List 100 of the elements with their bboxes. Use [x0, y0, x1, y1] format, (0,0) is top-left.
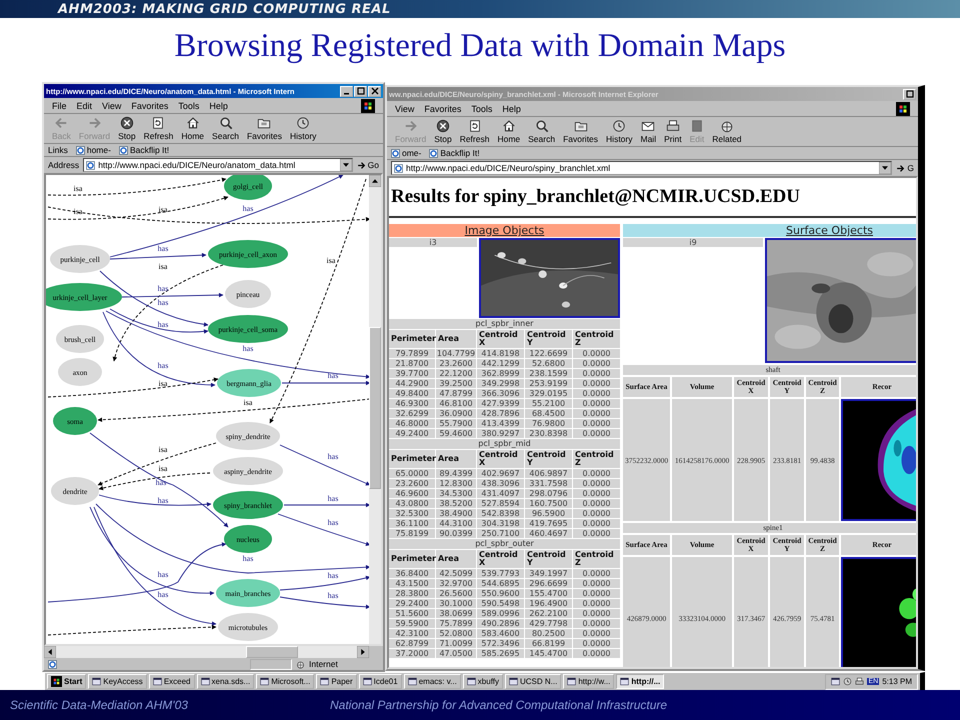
link[interactable]: ome- [402, 148, 422, 158]
taskbar-button[interactable]: Microsoft... [256, 674, 314, 689]
table-cell: 42.5099 [436, 569, 476, 578]
graph-node[interactable] [224, 525, 272, 553]
menu-item[interactable]: Tools [178, 100, 200, 110]
table-cell: i9 [623, 238, 763, 247]
column-header: Perimeter [389, 450, 435, 468]
link[interactable]: Backflip It! [440, 148, 480, 158]
taskbar-button[interactable]: UCSD N... [505, 674, 562, 689]
toolbar-button[interactable]: Refresh [456, 119, 494, 144]
menu-item[interactable]: File [52, 100, 67, 110]
table-cell: 0.0000 [573, 509, 620, 518]
graph-node[interactable] [213, 491, 283, 519]
table-cell: 304.3198 [477, 519, 524, 528]
menu-item[interactable]: Favorites [424, 104, 462, 114]
graph-node[interactable] [216, 579, 280, 607]
footer-text: Scientific Data-Mediation AHM'03 [10, 698, 189, 712]
clock: 5:13 PM [882, 677, 912, 686]
toolbar-button[interactable]: Refresh [140, 116, 178, 141]
toolbar-button[interactable]: Search [208, 116, 243, 141]
table-cell: 238.1599 [525, 369, 572, 378]
table-cell: 527.8594 [477, 499, 524, 508]
taskbar-button[interactable]: xbuffy [462, 674, 503, 689]
table-cell: 38.0699 [436, 609, 476, 618]
start-button[interactable]: Start [47, 674, 86, 689]
edge-label: has [158, 298, 168, 307]
table-cell: 0.0000 [573, 629, 620, 638]
vertical-scrollbar[interactable] [369, 175, 381, 644]
table-cell: 0.0000 [573, 639, 620, 648]
graph-node[interactable] [213, 457, 283, 485]
table-cell: 0.0000 [573, 369, 620, 378]
clock-icon [296, 116, 310, 130]
table-cell: 542.8398 [477, 509, 524, 518]
link[interactable]: home- [86, 145, 111, 155]
graph-node[interactable] [51, 477, 99, 505]
scroll-thumb[interactable] [246, 646, 298, 658]
maximize-button[interactable] [354, 86, 367, 96]
toolbar-button[interactable]: Print [660, 119, 686, 144]
arrow-up-icon [369, 175, 381, 187]
menu-item[interactable]: Tools [471, 104, 492, 114]
folder-icon [574, 119, 588, 133]
toolbar-button[interactable]: Stop [114, 116, 140, 141]
column-header: Centroid Z [573, 550, 620, 568]
column-header: Area [436, 330, 476, 348]
toolbar-button[interactable]: Related [708, 119, 746, 144]
toolbar-button[interactable]: History [602, 119, 636, 144]
link[interactable]: Backflip It! [130, 145, 170, 155]
menu-item[interactable]: View [395, 104, 414, 114]
toolbar-button[interactable]: Mail [636, 119, 660, 144]
taskbar-button[interactable]: Exceed [148, 674, 194, 689]
section-title[interactable]: Surface Objects [786, 224, 873, 237]
menu-item[interactable]: Edit [76, 100, 92, 110]
table-cell: 36.0900 [436, 409, 476, 418]
table-cell: 145.4700 [525, 649, 572, 658]
table-cell: 51.5600 [389, 609, 435, 618]
globe-icon [296, 660, 305, 668]
graph-node[interactable] [56, 325, 104, 353]
toolbar-button[interactable]: Home [177, 116, 208, 141]
graph-node[interactable] [46, 283, 122, 311]
toolbar-button[interactable]: Favorites [559, 119, 602, 144]
graph-node[interactable] [225, 280, 271, 308]
graph-node[interactable] [53, 407, 97, 435]
app-icon [152, 677, 162, 686]
table-cell: 75.8199 [389, 529, 435, 538]
graph-node[interactable] [217, 369, 281, 397]
graph-node[interactable] [218, 613, 278, 641]
taskbar-button[interactable]: KeyAccess [88, 674, 147, 689]
minimize-button[interactable] [340, 86, 353, 96]
graph-node[interactable] [216, 422, 280, 450]
table-cell: 62.8799 [389, 639, 435, 648]
taskbar-button[interactable]: http://... [616, 674, 664, 689]
graph-node[interactable] [58, 358, 102, 386]
taskbar-button[interactable]: xena.sds... [196, 674, 254, 689]
go-button[interactable]: Go [356, 160, 379, 170]
table-cell: 428.7896 [477, 409, 524, 418]
menu-item[interactable]: Help [502, 104, 521, 114]
toolbar-button[interactable]: Favorites [242, 116, 286, 141]
go-button[interactable]: G [896, 163, 914, 173]
scroll-thumb[interactable] [369, 327, 381, 489]
table-cell: 47.8799 [436, 389, 476, 398]
graph-node[interactable] [208, 315, 288, 343]
horizontal-scrollbar[interactable] [44, 646, 369, 658]
taskbar-button[interactable]: emacs: v... [404, 674, 461, 689]
toolbar-button[interactable]: History [286, 116, 320, 141]
graph-node[interactable] [208, 240, 288, 268]
address-field[interactable]: http://www.npaci.edu/DICE/Neuro/spiny_branchlet.xml [391, 161, 892, 175]
close-button[interactable] [368, 86, 381, 96]
taskbar-button[interactable]: Paper [316, 674, 357, 689]
section-title[interactable]: Image Objects [464, 224, 544, 237]
graph-node[interactable] [50, 245, 110, 273]
toolbar-button[interactable]: Stop [430, 119, 456, 144]
graph-node[interactable] [224, 175, 272, 200]
toolbar-button[interactable]: Home [493, 119, 524, 144]
menu-item[interactable]: Favorites [131, 100, 168, 110]
address-field[interactable]: http://www.npaci.edu/DICE/Neuro/anatom_data.html [83, 158, 353, 172]
menu-item[interactable]: View [102, 100, 122, 110]
taskbar-button[interactable]: http://w... [563, 674, 614, 689]
toolbar-button[interactable]: Search [524, 119, 560, 144]
taskbar-button[interactable]: Icde01 [358, 674, 402, 689]
menu-item[interactable]: Help [209, 100, 228, 110]
